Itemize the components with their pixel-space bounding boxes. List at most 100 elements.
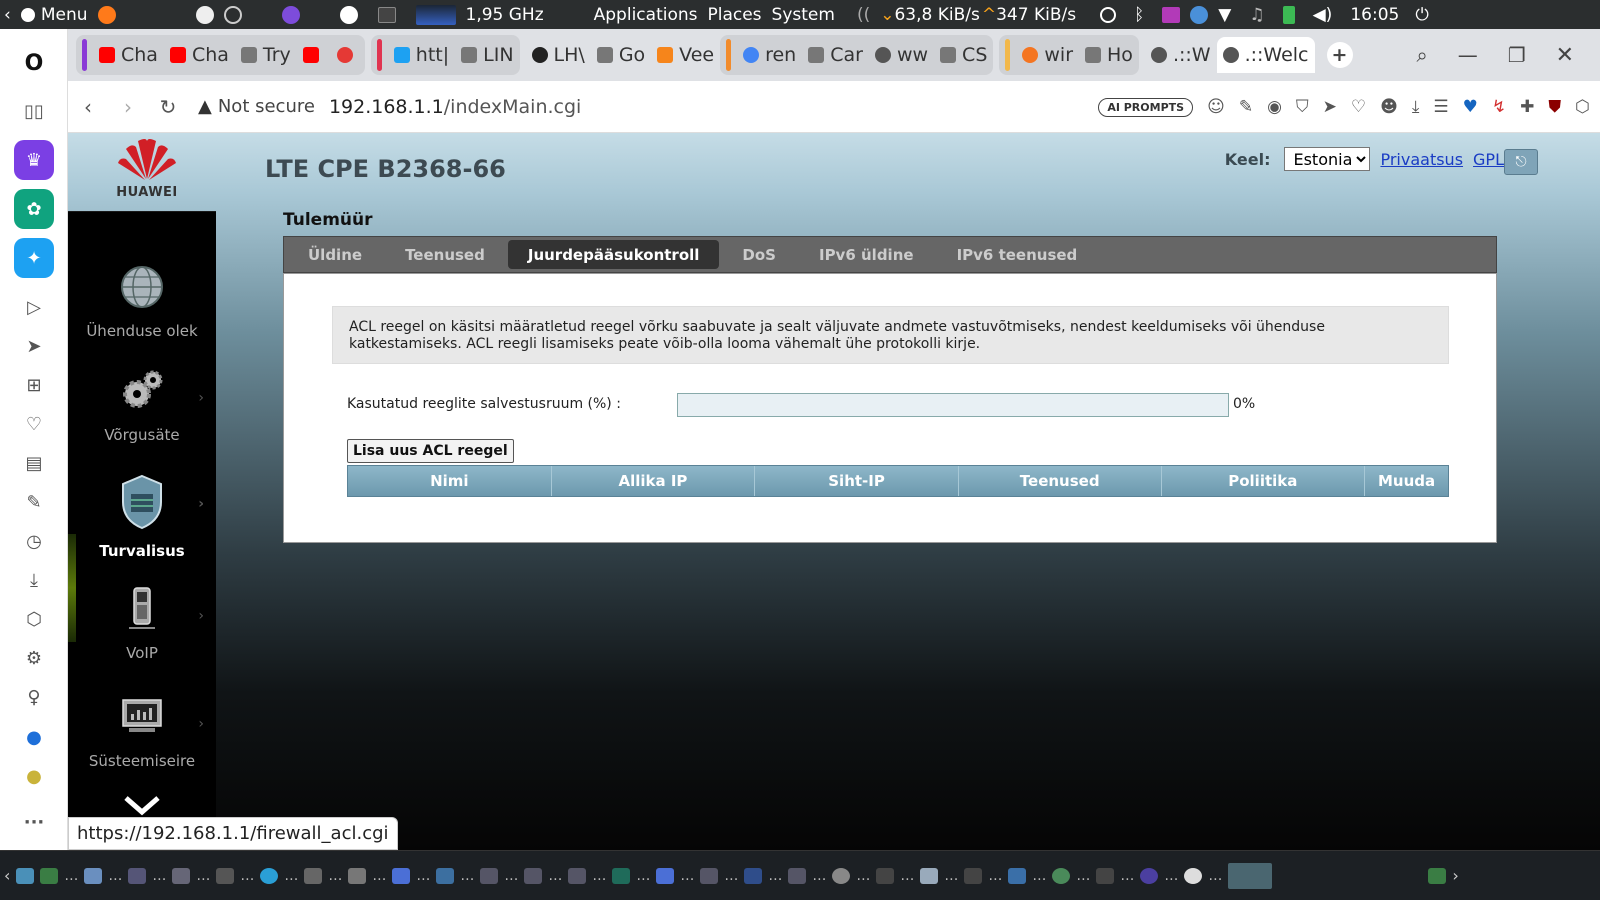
- terminal-icon[interactable]: [377, 6, 396, 23]
- close-window-button[interactable]: ✕: [1556, 43, 1574, 68]
- twitter-icon[interactable]: ✦: [14, 238, 54, 278]
- trash-icon[interactable]: [1428, 867, 1447, 884]
- settings-cog-icon[interactable]: [223, 5, 242, 24]
- column-header-edit[interactable]: Muuda: [1365, 466, 1448, 496]
- xbox-icon[interactable]: [1100, 6, 1117, 23]
- reading-list-icon[interactable]: ▯▯: [14, 91, 54, 131]
- media-icon[interactable]: [1162, 6, 1181, 23]
- tab[interactable]: Vee: [651, 37, 720, 73]
- minimize-button[interactable]: —: [1458, 43, 1478, 67]
- tor-icon[interactable]: [1140, 867, 1159, 884]
- terminal-icon[interactable]: [964, 867, 983, 884]
- show-desktop-icon[interactable]: [16, 867, 35, 884]
- back-button[interactable]: ‹: [68, 95, 108, 119]
- tab-dos[interactable]: DoS: [722, 240, 796, 269]
- bluetooth-icon[interactable]: ᛒ: [1134, 5, 1144, 25]
- wifi-icon[interactable]: ▼: [1218, 5, 1231, 25]
- tab[interactable]: Go: [591, 37, 651, 73]
- menu-item-network-settings[interactable]: Võrgusäte ›: [68, 368, 216, 444]
- menu-button[interactable]: Menu: [20, 5, 88, 25]
- column-header-destination-ip[interactable]: Siht-IP: [755, 466, 959, 496]
- send-icon[interactable]: ➤: [1323, 97, 1337, 117]
- heart-icon[interactable]: ♡: [1351, 97, 1366, 117]
- app-icon[interactable]: [524, 867, 543, 884]
- power-icon[interactable]: ⏻: [1415, 5, 1428, 25]
- cube-icon[interactable]: ⬡: [1575, 97, 1590, 117]
- app-icon[interactable]: [920, 867, 939, 884]
- notifications-icon[interactable]: ♫: [1249, 5, 1264, 25]
- tab-group[interactable]: ren Car ww CS: [720, 35, 994, 75]
- clock[interactable]: 16:05: [1350, 5, 1399, 25]
- heart-icon[interactable]: ♡: [14, 404, 54, 444]
- extensions-icon[interactable]: ⬡: [14, 599, 54, 639]
- menu-item-connection-status[interactable]: Ühenduse olek: [68, 264, 216, 340]
- tab[interactable]: Ho: [1079, 37, 1139, 73]
- tab-active[interactable]: .::Welc: [1216, 37, 1315, 73]
- tab[interactable]: ren: [737, 37, 802, 73]
- tab[interactable]: ww: [869, 37, 934, 73]
- calc-icon[interactable]: [304, 867, 323, 884]
- download-icon[interactable]: ⤓: [1412, 97, 1420, 117]
- window-icon[interactable]: [172, 867, 191, 884]
- window-icon[interactable]: [128, 867, 147, 884]
- column-header-services[interactable]: Teenused: [959, 466, 1162, 496]
- maximize-button[interactable]: ❐: [1508, 43, 1526, 67]
- menu-item-system-monitoring[interactable]: Süsteemiseire ›: [68, 694, 216, 770]
- arrow-left-icon[interactable]: ‹: [4, 866, 10, 885]
- messenger-icon[interactable]: ●: [14, 717, 54, 757]
- tab[interactable]: [331, 37, 365, 73]
- settings-icon[interactable]: ⚙: [14, 638, 54, 678]
- tab[interactable]: Cha: [93, 37, 164, 73]
- downloads-icon[interactable]: ⤓: [14, 560, 54, 600]
- terminal-icon[interactable]: [1096, 867, 1115, 884]
- search-tabs-icon[interactable]: ⌕: [1417, 43, 1428, 67]
- applications-menu[interactable]: Applications: [594, 5, 698, 25]
- column-header-source-ip[interactable]: Allika IP: [552, 466, 756, 496]
- puzzle-icon[interactable]: ✚: [1520, 97, 1534, 117]
- monitor-icon[interactable]: [1008, 867, 1027, 884]
- language-select[interactable]: Estonia: [1284, 147, 1371, 171]
- url-field[interactable]: ▲ Not secure 192.168.1.1/indexMain.cgi: [198, 96, 581, 118]
- new-tab-button[interactable]: +: [1326, 42, 1353, 68]
- tab-group[interactable]: htt| LIN: [370, 35, 520, 75]
- opera-icon[interactable]: [339, 5, 358, 24]
- tab[interactable]: .::W: [1145, 37, 1217, 73]
- player-icon[interactable]: ▷: [14, 287, 54, 327]
- menu-item-security[interactable]: Turvalisus ›: [68, 474, 216, 560]
- tab-ipv6-general[interactable]: IPv6 üldine: [799, 240, 934, 269]
- terminal-icon[interactable]: [876, 867, 895, 884]
- camera-icon[interactable]: ◉: [1267, 97, 1282, 117]
- wallet-icon[interactable]: ●: [14, 756, 54, 796]
- terminal-icon[interactable]: [216, 867, 235, 884]
- send-icon[interactable]: ➤: [14, 326, 54, 366]
- lightbulb-icon[interactable]: ♀: [14, 677, 54, 717]
- places-menu[interactable]: Places: [707, 5, 761, 25]
- history-icon[interactable]: ◷: [14, 521, 54, 561]
- ublock-icon[interactable]: ⛊: [1548, 97, 1561, 117]
- files-icon[interactable]: [40, 867, 59, 884]
- tab[interactable]: Cha: [164, 37, 235, 73]
- emoji-icon[interactable]: ☺: [1207, 97, 1225, 117]
- add-acl-rule-button[interactable]: Lisa uus ACL reegel: [347, 439, 514, 463]
- edit-icon[interactable]: ✎: [14, 482, 54, 522]
- news-icon[interactable]: ▤: [14, 443, 54, 483]
- app-icon[interactable]: [700, 867, 719, 884]
- tab[interactable]: wir: [1016, 37, 1079, 73]
- tab[interactable]: [297, 37, 331, 73]
- menu-item-voip[interactable]: VoIP ›: [68, 586, 216, 662]
- column-header-policy[interactable]: Poliitika: [1162, 466, 1366, 496]
- shield-icon[interactable]: ⛉: [1296, 97, 1309, 117]
- app-icon[interactable]: [480, 867, 499, 884]
- app-icon[interactable]: [788, 867, 807, 884]
- opera-active-task[interactable]: [1228, 862, 1273, 889]
- profile-icon[interactable]: ☻: [1380, 97, 1398, 117]
- app-icon[interactable]: [832, 867, 851, 884]
- volume-icon[interactable]: ◀): [1313, 5, 1333, 25]
- tab-ipv6-services[interactable]: IPv6 teenused: [937, 240, 1098, 269]
- mail-icon[interactable]: [84, 867, 103, 884]
- tab[interactable]: htt|: [388, 37, 455, 73]
- ai-prompts-button[interactable]: AI PROMPTS: [1098, 97, 1194, 117]
- arrow-right-icon[interactable]: ›: [1452, 866, 1458, 885]
- chrome-update-icon[interactable]: [1190, 5, 1209, 24]
- tab-group[interactable]: Cha Cha Try: [76, 35, 365, 75]
